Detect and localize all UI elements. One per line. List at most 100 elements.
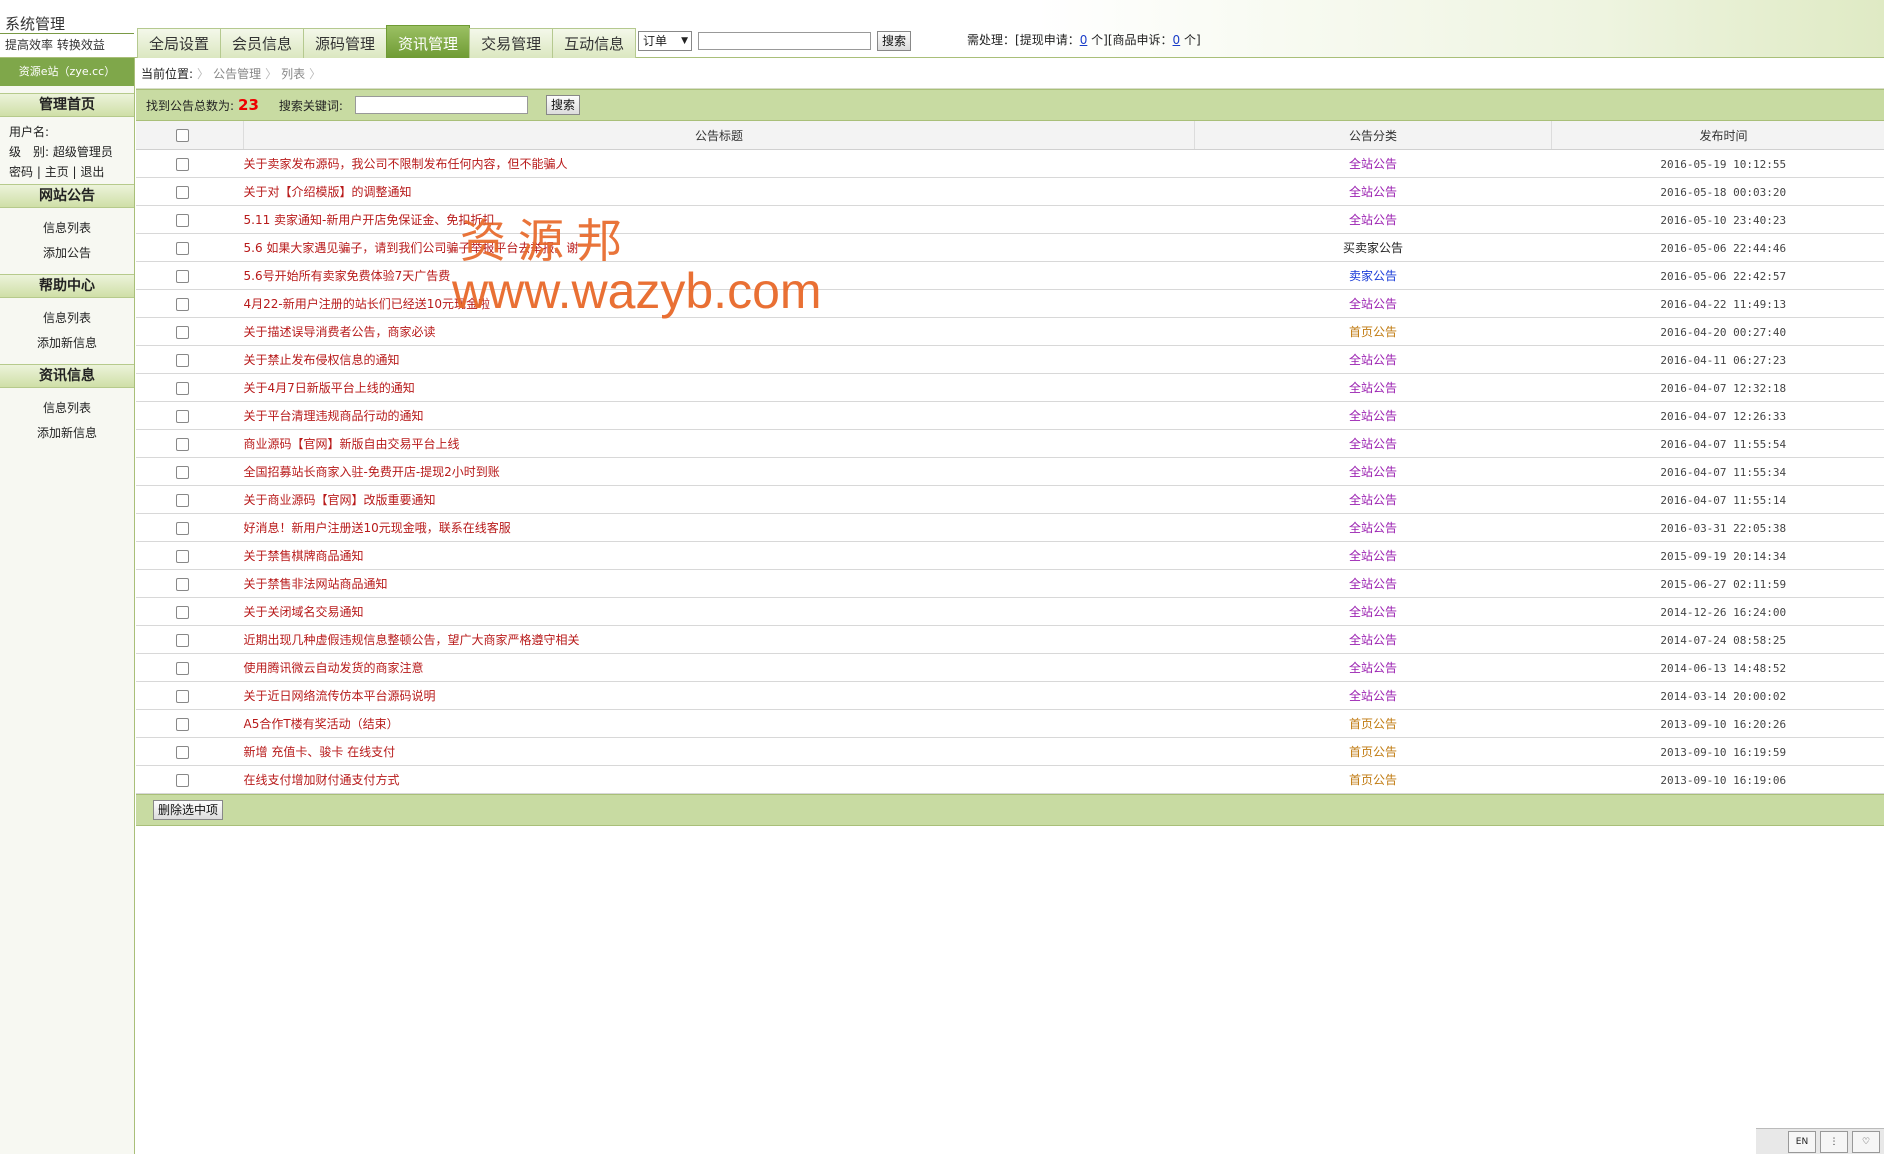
breadcrumb-item-notice-management[interactable]: 公告管理 bbox=[213, 65, 261, 82]
notice-title-link[interactable]: 关于禁售非法网站商品通知 bbox=[244, 577, 388, 591]
complaint-unit: 个] bbox=[1184, 33, 1201, 47]
sidebar-section-notice[interactable]: 网站公告 bbox=[0, 184, 134, 208]
home-link[interactable]: 主页 bbox=[45, 165, 69, 179]
sidebar-item-add-help[interactable]: 添加新信息 bbox=[0, 331, 134, 356]
row-checkbox[interactable] bbox=[176, 297, 190, 311]
sidebar-section-home[interactable]: 管理首页 bbox=[0, 93, 134, 117]
row-checkbox[interactable] bbox=[176, 269, 190, 283]
row-checkbox[interactable] bbox=[176, 605, 190, 619]
row-checkbox[interactable] bbox=[176, 745, 190, 759]
row-checkbox[interactable] bbox=[176, 521, 190, 535]
row-select-cell bbox=[136, 345, 244, 374]
notice-title-link[interactable]: 5.6号开始所有卖家免费体验7天广告费 bbox=[244, 269, 451, 283]
logout-link[interactable]: 退出 bbox=[80, 165, 104, 179]
notice-title-link[interactable]: 关于卖家发布源码，我公司不限制发布任何内容，但不能骗人 bbox=[244, 157, 568, 171]
row-checkbox[interactable] bbox=[176, 185, 190, 199]
notice-title-link[interactable]: 关于平台清理违规商品行动的通知 bbox=[244, 409, 424, 423]
notice-title-link[interactable]: 好消息！新用户注册送10元现金哦，联系在线客服 bbox=[244, 521, 511, 535]
publish-date: 2014-03-14 20:00:02 bbox=[1660, 689, 1787, 703]
notice-title-link[interactable]: 在线支付增加财付通支付方式 bbox=[244, 773, 400, 787]
sidebar-item-notice-list[interactable]: 信息列表 bbox=[0, 216, 134, 241]
tab-trade-management[interactable]: 交易管理 bbox=[469, 28, 554, 58]
notice-title-link[interactable]: 关于商业源码【官网】改版重要通知 bbox=[244, 493, 436, 507]
heart-icon[interactable]: ♡ bbox=[1852, 1130, 1880, 1153]
row-checkbox[interactable] bbox=[176, 577, 190, 591]
withdraw-count-link[interactable]: 0 bbox=[1080, 33, 1088, 47]
notice-title-link[interactable]: 使用腾讯微云自动发货的商家注意 bbox=[244, 661, 424, 675]
notice-title-link[interactable]: A5合作T楼有奖活动（结束） bbox=[244, 717, 399, 731]
header-search-input[interactable] bbox=[698, 32, 871, 50]
table-row: 近期出现几种虚假违规信息整顿公告，望广大商家严格遵守相关 全站公告 2014-07-… bbox=[136, 625, 1884, 654]
notice-title-link[interactable]: 关于关闭域名交易通知 bbox=[244, 605, 364, 619]
sidebar-item-help-list[interactable]: 信息列表 bbox=[0, 306, 134, 331]
chevron-down-icon: ▼ bbox=[681, 36, 688, 46]
tab-interaction-info[interactable]: 互动信息 bbox=[552, 28, 637, 58]
sidebar-item-add-news[interactable]: 添加新信息 bbox=[0, 421, 134, 446]
category-cell: 全站公告 bbox=[1194, 177, 1552, 206]
sidebar-section-help[interactable]: 帮助中心 bbox=[0, 274, 134, 298]
keyword-search-button[interactable]: 搜索 bbox=[545, 95, 580, 115]
title-cell: 好消息！新用户注册送10元现金哦，联系在线客服 bbox=[243, 513, 1195, 542]
row-checkbox[interactable] bbox=[176, 493, 190, 507]
user-info: 用户名: 级 别: 超级管理员 密码 | 主页 | 退出 bbox=[0, 117, 134, 184]
more-icon[interactable]: ⋮ bbox=[1820, 1130, 1848, 1153]
row-checkbox[interactable] bbox=[176, 633, 190, 647]
tab-member-info[interactable]: 会员信息 bbox=[220, 28, 305, 58]
keyword-label: 搜索关键词: bbox=[278, 98, 343, 113]
notice-title-link[interactable]: 5.11 卖家通知-新用户开店免保证金、免扣折扣 bbox=[244, 213, 495, 227]
row-checkbox[interactable] bbox=[176, 773, 190, 787]
date-cell: 2016-04-07 12:32:18 bbox=[1551, 373, 1884, 402]
search-type-select[interactable]: 订单 ▼ bbox=[638, 31, 692, 51]
row-checkbox[interactable] bbox=[176, 717, 190, 731]
select-all-header bbox=[136, 121, 244, 150]
row-checkbox[interactable] bbox=[176, 465, 190, 479]
notice-title-link[interactable]: 关于近日网络流传仿本平台源码说明 bbox=[244, 689, 436, 703]
row-checkbox[interactable] bbox=[176, 213, 190, 227]
breadcrumb-label: 当前位置: bbox=[141, 66, 194, 81]
date-cell: 2016-04-07 12:26:33 bbox=[1551, 401, 1884, 430]
row-checkbox[interactable] bbox=[176, 241, 190, 255]
tab-news-management[interactable]: 资讯管理 bbox=[386, 25, 471, 58]
notice-title-link[interactable]: 关于对【介绍模版】的调整通知 bbox=[244, 185, 412, 199]
notice-title-link[interactable]: 新增 充值卡、骏卡 在线支付 bbox=[244, 745, 396, 759]
select-all-checkbox[interactable] bbox=[176, 129, 189, 142]
row-checkbox[interactable] bbox=[176, 689, 190, 703]
sidebar-item-add-notice[interactable]: 添加公告 bbox=[0, 241, 134, 266]
complaint-count-link[interactable]: 0 bbox=[1173, 33, 1181, 47]
row-checkbox[interactable] bbox=[176, 549, 190, 563]
row-select-cell bbox=[136, 513, 244, 542]
category-cell: 首页公告 bbox=[1194, 709, 1552, 738]
notice-title-link[interactable]: 关于禁售棋牌商品通知 bbox=[244, 549, 364, 563]
notice-category: 首页公告 bbox=[1348, 325, 1397, 339]
notice-title-link[interactable]: 全国招募站长商家入驻-免费开店-提现2小时到账 bbox=[244, 465, 500, 479]
row-checkbox[interactable] bbox=[176, 437, 190, 451]
sidebar-item-news-list[interactable]: 信息列表 bbox=[0, 396, 134, 421]
keyword-search-input[interactable] bbox=[354, 96, 528, 114]
notice-category: 全站公告 bbox=[1348, 353, 1397, 367]
row-checkbox[interactable] bbox=[176, 353, 190, 367]
notice-title-link[interactable]: 近期出现几种虚假违规信息整顿公告，望广大商家严格遵守相关 bbox=[244, 633, 580, 647]
notice-category: 全站公告 bbox=[1348, 605, 1397, 619]
row-checkbox[interactable] bbox=[176, 661, 190, 675]
row-select-cell bbox=[136, 457, 244, 486]
notice-title-link[interactable]: 商业源码【官网】新版自由交易平台上线 bbox=[244, 437, 460, 451]
table-row: 商业源码【官网】新版自由交易平台上线 全站公告 2016-04-07 11:55:5… bbox=[136, 429, 1884, 458]
password-link[interactable]: 密码 bbox=[9, 165, 33, 179]
tab-source-management[interactable]: 源码管理 bbox=[303, 28, 388, 58]
delete-selected-button[interactable]: 删除选中项 bbox=[153, 800, 224, 820]
row-checkbox[interactable] bbox=[176, 381, 190, 395]
notice-title-link[interactable]: 关于4月7日新版平台上线的通知 bbox=[244, 381, 415, 395]
notice-title-link[interactable]: 关于描述误导消费者公告，商家必读 bbox=[244, 325, 436, 339]
breadcrumb-item-list: 列表 bbox=[281, 66, 306, 81]
table-row: 4月22-新用户注册的站长们已经送10元现金啦 全站公告 2016-04-22 11… bbox=[136, 289, 1884, 318]
row-checkbox[interactable] bbox=[176, 325, 190, 339]
tab-global-settings[interactable]: 全局设置 bbox=[137, 28, 222, 58]
row-select-cell bbox=[136, 737, 244, 766]
sidebar-section-news[interactable]: 资讯信息 bbox=[0, 364, 134, 388]
language-button[interactable]: EN bbox=[1788, 1130, 1816, 1153]
header-search-button[interactable]: 搜索 bbox=[877, 31, 912, 51]
title-cell: 关于禁止发布侵权信息的通知 bbox=[243, 345, 1195, 374]
row-checkbox[interactable] bbox=[176, 409, 190, 423]
row-checkbox[interactable] bbox=[176, 157, 190, 171]
notice-title-link[interactable]: 关于禁止发布侵权信息的通知 bbox=[244, 353, 400, 367]
